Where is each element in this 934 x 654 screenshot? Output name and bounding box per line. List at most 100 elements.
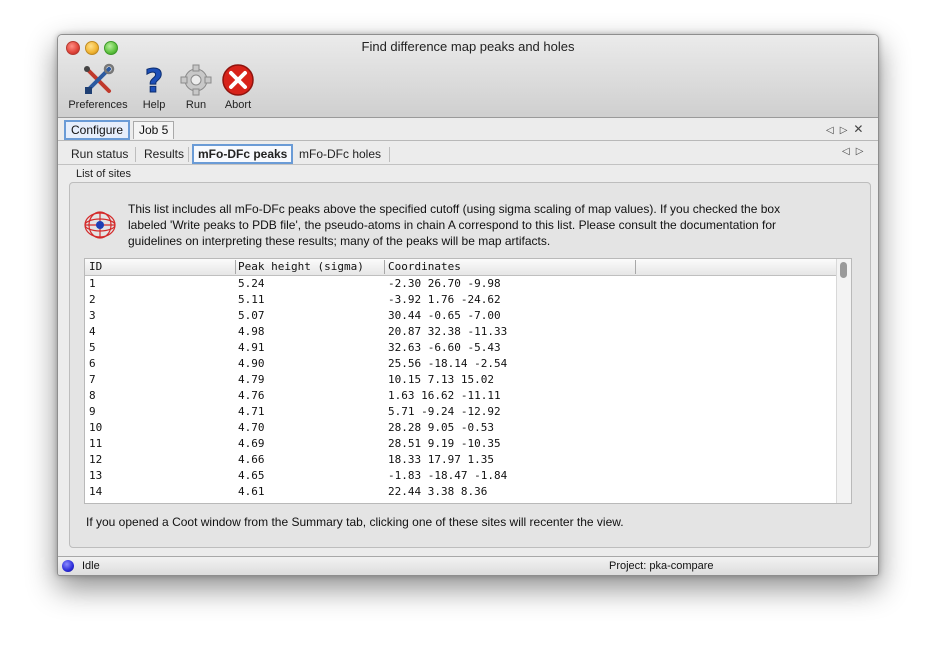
abort-stop-icon xyxy=(222,64,254,96)
cell-peak-height: 5.24 xyxy=(238,277,265,290)
cell-coordinates: 20.87 32.38 -11.33 xyxy=(388,325,508,338)
cell-peak-height: 4.61 xyxy=(238,485,265,498)
cell-coordinates: 5.71 -9.24 -12.92 xyxy=(388,405,501,418)
table-header: ID Peak height (sigma) Coordinates xyxy=(85,259,836,276)
run-gear-icon xyxy=(180,64,212,96)
job-tab-bar: Configure Job 5 ◁▷✕ xyxy=(58,118,878,141)
abort-button[interactable]: Abort xyxy=(220,63,256,111)
cell-coordinates: 32.63 -6.60 -5.43 xyxy=(388,341,501,354)
tab-prev-icon[interactable]: ◁ xyxy=(826,125,840,136)
help-button[interactable]: ? Help xyxy=(138,63,170,111)
tab-results[interactable]: Results xyxy=(140,146,188,162)
table-row[interactable]: 14 4.61 22.44 3.38 8.36 xyxy=(85,484,836,500)
cell-peak-height: 5.11 xyxy=(238,293,265,306)
cell-peak-height: 4.71 xyxy=(238,405,265,418)
table-row[interactable]: 9 4.71 5.71 -9.24 -12.92 xyxy=(85,404,836,420)
tab-divider xyxy=(135,147,136,162)
cell-coordinates: 1.63 16.62 -11.11 xyxy=(388,389,501,402)
cell-id: 14 xyxy=(89,485,103,498)
status-indicator-icon xyxy=(62,560,74,572)
help-question-icon: ? xyxy=(144,63,164,97)
help-label: Help xyxy=(142,99,166,111)
table-row[interactable]: 6 4.90 25.56 -18.14 -2.54 xyxy=(85,356,836,372)
subtab-next-icon[interactable]: ▷ xyxy=(856,146,870,157)
sites-table[interactable]: ID Peak height (sigma) Coordinates 1 5.24… xyxy=(84,258,852,504)
table-row[interactable]: 11 4.69 28.51 9.19 -10.35 xyxy=(85,436,836,452)
preferences-button[interactable]: Preferences xyxy=(66,63,130,111)
cell-id: 9 xyxy=(89,405,96,418)
group-label: List of sites xyxy=(76,168,132,180)
map-peak-icon xyxy=(83,209,117,244)
cell-coordinates: -3.92 1.76 -24.62 xyxy=(388,293,501,306)
tab-run-status[interactable]: Run status xyxy=(67,146,132,162)
cell-peak-height: 4.79 xyxy=(238,373,265,386)
cell-coordinates: 18.33 17.97 1.35 xyxy=(388,453,494,466)
status-bar: Idle Project: pka-compare xyxy=(58,556,878,575)
tab-divider xyxy=(188,147,189,162)
table-row[interactable]: 13 4.65 -1.83 -18.47 -1.84 xyxy=(85,468,836,484)
column-divider xyxy=(635,260,636,274)
cell-coordinates: 25.56 -18.14 -2.54 xyxy=(388,357,508,370)
column-header-coordinates[interactable]: Coordinates xyxy=(388,260,461,273)
tab-job-5[interactable]: Job 5 xyxy=(133,121,175,139)
cell-coordinates: -2.30 26.70 -9.98 xyxy=(388,277,501,290)
table-row[interactable]: 4 4.98 20.87 32.38 -11.33 xyxy=(85,324,836,340)
run-button[interactable]: Run xyxy=(178,63,214,111)
abort-label: Abort xyxy=(224,99,252,111)
status-text: Idle xyxy=(82,560,100,572)
cell-id: 8 xyxy=(89,389,96,402)
preferences-tools-icon xyxy=(84,63,115,94)
svg-text:?: ? xyxy=(145,63,164,97)
cell-id: 1 xyxy=(89,277,96,290)
cell-id: 2 xyxy=(89,293,96,306)
column-divider xyxy=(235,260,236,274)
column-header-peak-height[interactable]: Peak height (sigma) xyxy=(238,260,364,273)
tab-mfo-dfc-peaks[interactable]: mFo-DFc peaks xyxy=(192,144,294,164)
table-scrollbar[interactable] xyxy=(836,259,851,503)
cell-peak-height: 4.65 xyxy=(238,469,265,482)
table-row[interactable]: 1 5.24 -2.30 26.70 -9.98 xyxy=(85,276,836,292)
cell-peak-height: 5.07 xyxy=(238,309,265,322)
description-text: This list includes all mFo-DFc peaks abo… xyxy=(128,202,781,248)
cell-id: 7 xyxy=(89,373,96,386)
window-title: Find difference map peaks and holes xyxy=(361,39,575,54)
job-tab-nav: ◁▷✕ xyxy=(826,122,869,136)
cell-peak-height: 4.69 xyxy=(238,437,265,450)
table-row[interactable]: 2 5.11 -3.92 1.76 -24.62 xyxy=(85,292,836,308)
cell-id: 3 xyxy=(89,309,96,322)
cell-coordinates: 22.44 3.38 8.36 xyxy=(388,485,488,498)
table-row[interactable]: 5 4.91 32.63 -6.60 -5.43 xyxy=(85,340,836,356)
table-row[interactable]: 12 4.66 18.33 17.97 1.35 xyxy=(85,452,836,468)
column-header-id[interactable]: ID xyxy=(89,260,102,273)
subtab-prev-icon[interactable]: ◁ xyxy=(842,146,856,157)
cell-coordinates: 10.15 7.13 15.02 xyxy=(388,373,494,386)
cell-id: 11 xyxy=(89,437,103,450)
project-label: Project: pka-compare xyxy=(609,560,714,572)
tab-mfo-dfc-holes[interactable]: mFo-DFc holes xyxy=(295,146,385,162)
footnote-text: If you opened a Coot window from the Sum… xyxy=(86,515,624,529)
cell-coordinates: 30.44 -0.65 -7.00 xyxy=(388,309,501,322)
table-row[interactable]: 3 5.07 30.44 -0.65 -7.00 xyxy=(85,308,836,324)
table-row[interactable]: 7 4.79 10.15 7.13 15.02 xyxy=(85,372,836,388)
cell-coordinates: -1.83 -18.47 -1.84 xyxy=(388,469,508,482)
tab-configure[interactable]: Configure xyxy=(64,120,131,140)
tab-next-icon[interactable]: ▷ xyxy=(840,125,854,136)
cell-coordinates: 28.28 9.05 -0.53 xyxy=(388,421,494,434)
table-row[interactable]: 10 4.70 28.28 9.05 -0.53 xyxy=(85,420,836,436)
cell-id: 6 xyxy=(89,357,96,370)
subtab-nav: ◁▷ xyxy=(842,146,869,157)
cell-peak-height: 4.91 xyxy=(238,341,265,354)
title-bar: Find difference map peaks and holes Pref… xyxy=(58,35,878,118)
cell-peak-height: 4.70 xyxy=(238,421,265,434)
scrollbar-thumb[interactable] xyxy=(840,262,847,278)
cell-peak-height: 4.76 xyxy=(238,389,265,402)
app-window: Find difference map peaks and holes Pref… xyxy=(57,34,879,576)
cell-peak-height: 4.98 xyxy=(238,325,265,338)
table-row[interactable]: 8 4.76 1.63 16.62 -11.11 xyxy=(85,388,836,404)
cell-id: 13 xyxy=(89,469,103,482)
close-tab-icon[interactable]: ✕ xyxy=(853,122,869,136)
cell-id: 4 xyxy=(89,325,96,338)
run-label: Run xyxy=(185,99,207,111)
result-tab-bar: Run status Results mFo-DFc peaks mFo-DFc… xyxy=(58,142,878,165)
column-divider xyxy=(384,260,385,274)
